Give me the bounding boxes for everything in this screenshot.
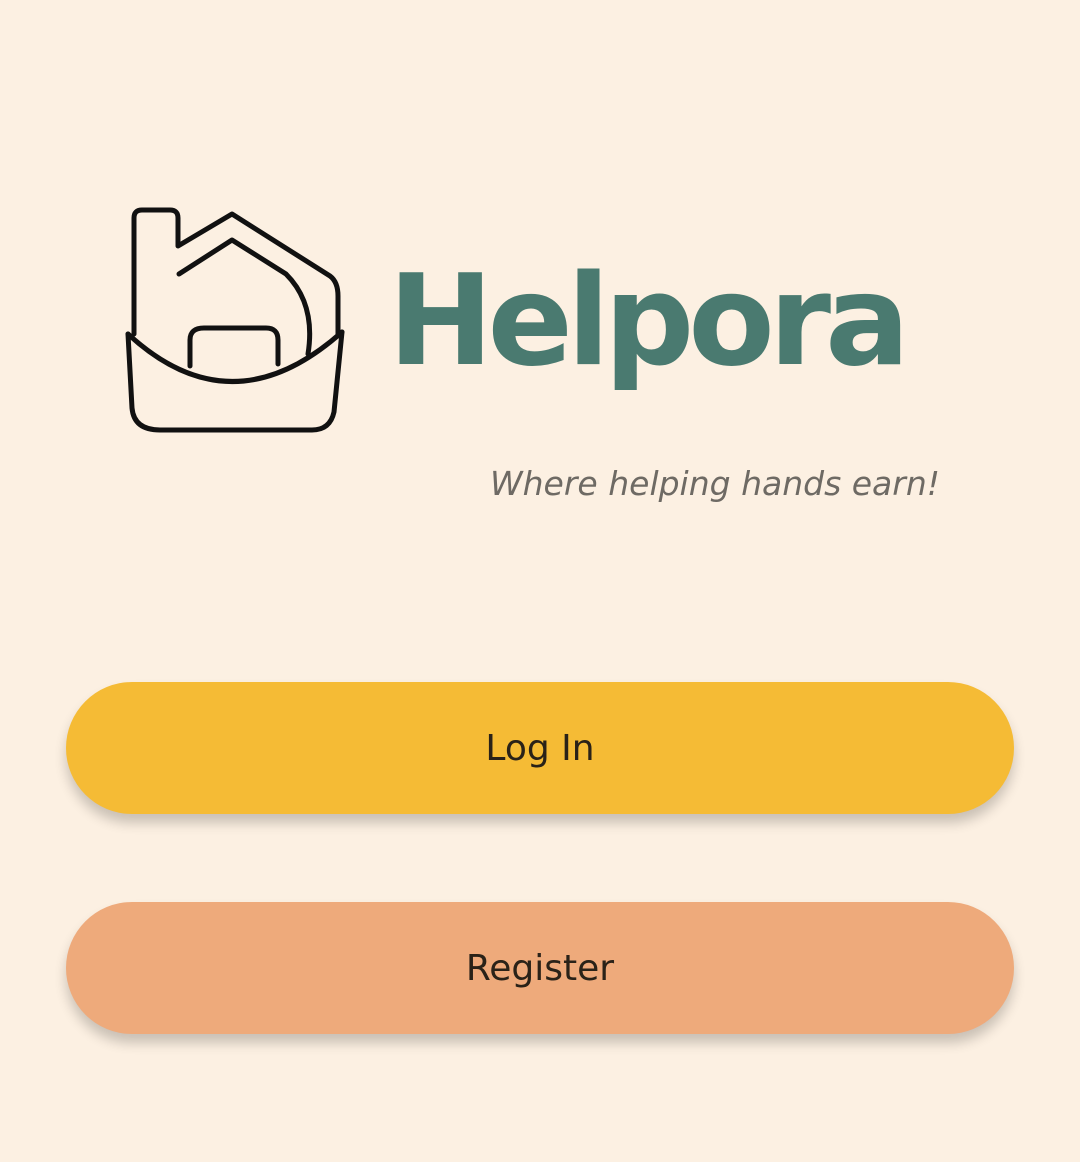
tagline: Where helping hands earn! — [490, 464, 940, 503]
brand-name: Helpora — [388, 247, 910, 394]
house-basket-icon — [125, 207, 345, 433]
login-button[interactable]: Log In — [66, 682, 1014, 814]
register-button[interactable]: Register — [66, 902, 1014, 1034]
